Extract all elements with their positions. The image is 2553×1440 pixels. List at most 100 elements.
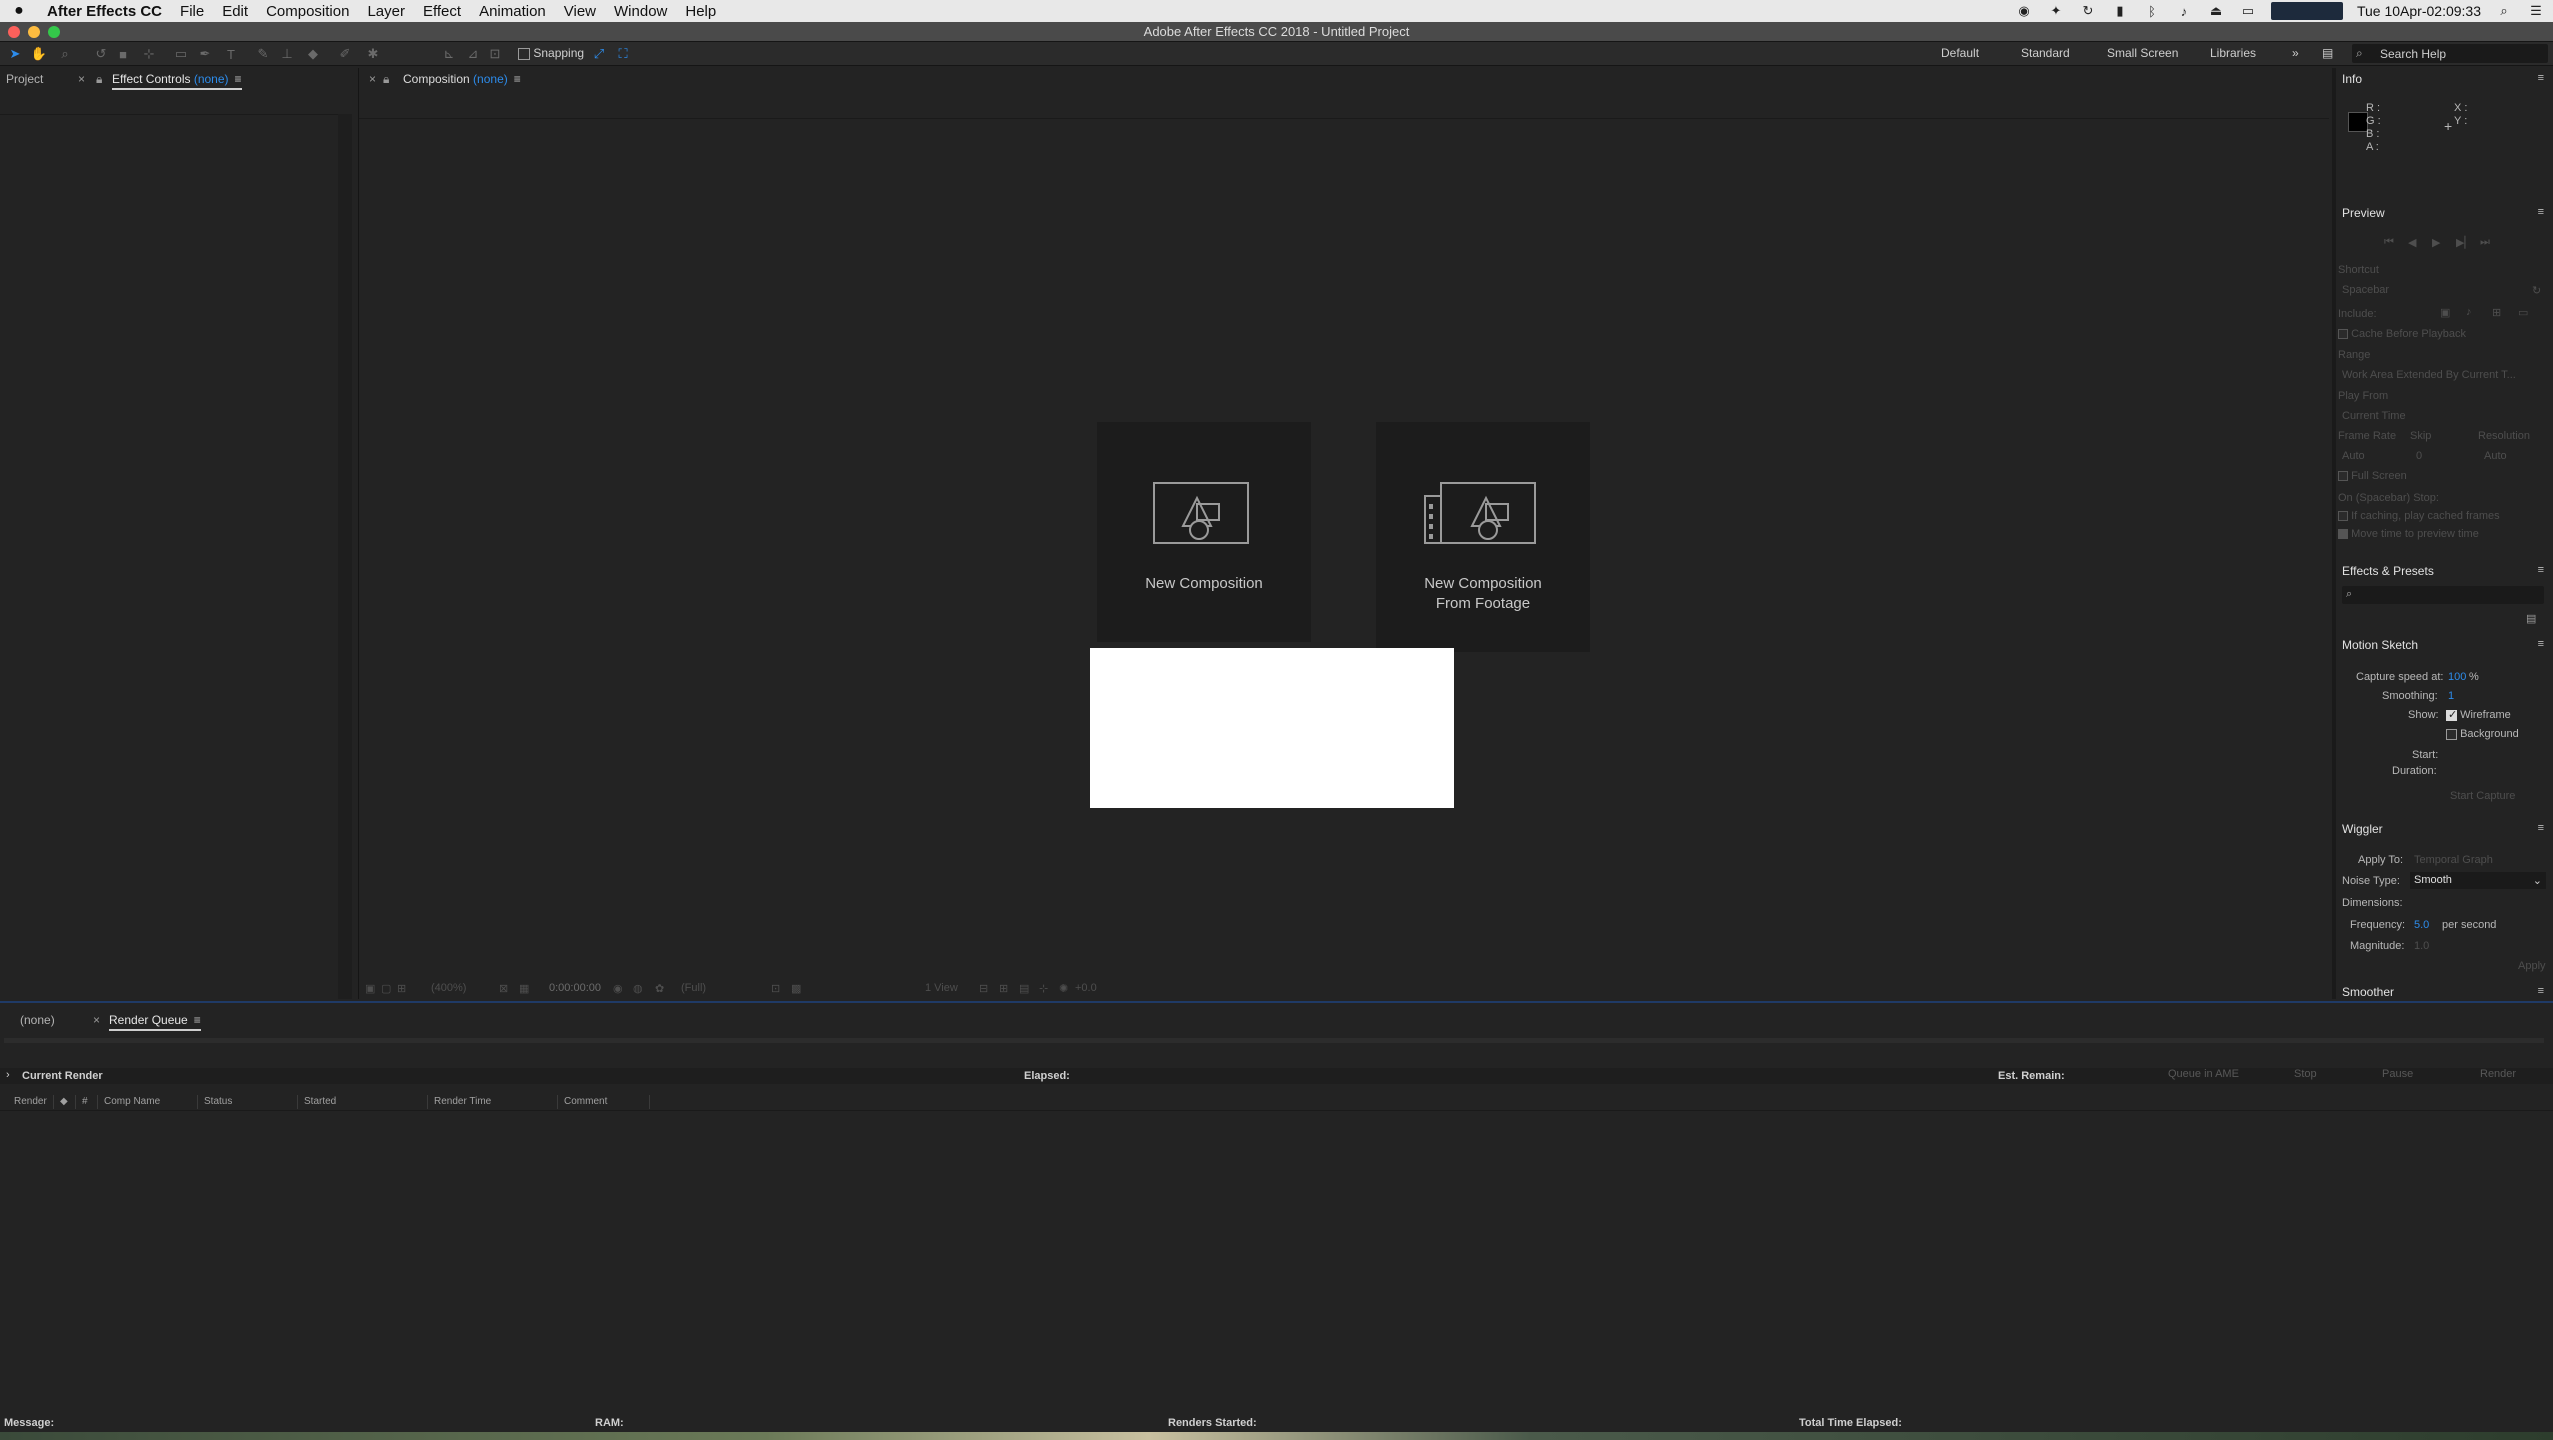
search-help-field[interactable]: ⌕ Search Help (2352, 44, 2548, 63)
previous-frame-icon[interactable]: ◀ (2408, 236, 2416, 249)
new-composition-button[interactable]: New Composition (1097, 422, 1311, 642)
app-menu[interactable]: After Effects CC (38, 3, 171, 20)
workspace-menu-icon[interactable]: ▤ (2322, 46, 2333, 60)
col-render[interactable]: Render (8, 1095, 54, 1109)
local-axis-icon[interactable]: ⊾ (440, 45, 458, 63)
menu-layer[interactable]: Layer (358, 3, 414, 20)
color-channel-icon[interactable]: ✿ (655, 982, 664, 995)
menu-edit[interactable]: Edit (213, 3, 257, 20)
snap-features-icon[interactable]: ⛶ (614, 45, 632, 63)
clock[interactable]: Tue 10Apr-02:09:33 (2357, 3, 2481, 19)
rectangle-tool-icon[interactable]: ▭ (172, 45, 190, 63)
menu-window[interactable]: Window (605, 3, 676, 20)
panel-menu-icon[interactable]: ≡ (194, 1013, 201, 1027)
panel-menu-icon[interactable]: ≡ (2538, 638, 2544, 650)
lock-icon[interactable]: 🔒︎ (96, 72, 102, 87)
more-workspaces-icon[interactable]: » (2292, 46, 2299, 60)
bluetooth-icon[interactable]: ᛒ (2143, 4, 2161, 19)
resolution-select[interactable]: (Full) (681, 982, 706, 994)
frame-rate-select[interactable]: Auto (2342, 450, 2365, 462)
type-tool-icon[interactable]: T (222, 45, 240, 63)
panel-menu-icon[interactable]: ≡ (2538, 72, 2544, 84)
tab-composition[interactable]: Composition (none) ≡ (403, 72, 521, 86)
panel-menu-icon[interactable]: ≡ (514, 72, 521, 86)
snapshot-icon[interactable]: ◉ (613, 982, 623, 995)
menu-effect[interactable]: Effect (414, 3, 470, 20)
if-caching-toggle[interactable]: If caching, play cached frames (2338, 510, 2500, 522)
magnitude-value[interactable]: 1.0 (2414, 940, 2429, 952)
snapping-toggle[interactable]: Snapping (518, 46, 584, 60)
current-time[interactable]: 0:00:00:00 (549, 982, 601, 994)
roto-brush-tool-icon[interactable]: ✐ (336, 45, 354, 63)
hand-tool-icon[interactable]: ✋ (30, 45, 48, 63)
menu-file[interactable]: File (171, 3, 213, 20)
transparency-icon[interactable]: ▦ (519, 982, 529, 995)
world-axis-icon[interactable]: ⊿ (464, 45, 482, 63)
tab-project[interactable]: Project (6, 72, 43, 86)
mask-visibility-icon[interactable]: ▢ (381, 982, 391, 995)
user-badge[interactable] (2270, 2, 2343, 20)
toggle-pixel-aspect-icon[interactable]: ⊟ (979, 982, 988, 995)
effects-search-input[interactable]: ⌕ (2342, 586, 2544, 604)
snap-edges-icon[interactable]: ⤢ (590, 45, 608, 63)
tab-none-timeline[interactable]: (none) (20, 1013, 55, 1027)
workspace-standard[interactable]: Standard (2021, 46, 2070, 60)
resolution-select[interactable]: Auto (2484, 450, 2507, 462)
eraser-tool-icon[interactable]: ◆ (304, 45, 322, 63)
smoothing-value[interactable]: 1 (2448, 690, 2454, 702)
tab-effect-controls[interactable]: Effect Controls (none) ≡ (112, 72, 242, 90)
include-layer-controls-icon[interactable]: ▭ (2518, 306, 2528, 319)
cache-before-playback[interactable]: Cache Before Playback (2338, 328, 2466, 340)
panel-menu-icon[interactable]: ≡ (2538, 822, 2544, 834)
background-checkbox[interactable]: Background (2446, 728, 2519, 740)
volume-icon[interactable]: ♪ (2175, 4, 2193, 19)
panel-menu-icon[interactable]: ≡ (2538, 564, 2544, 576)
tab-render-queue[interactable]: Render Queue ≡ (109, 1013, 201, 1031)
close-tab-icon[interactable]: × (93, 1013, 100, 1027)
show-snapshot-icon[interactable]: ◍ (633, 982, 643, 995)
camera-tool-icon[interactable]: ■ (114, 45, 132, 63)
notification-center-icon[interactable]: ☰ (2527, 3, 2545, 18)
snapping-checkbox[interactable] (518, 47, 530, 60)
col-comp-name[interactable]: Comp Name (98, 1095, 198, 1109)
col-number[interactable]: # (76, 1095, 98, 1109)
col-status[interactable]: Status (198, 1095, 298, 1109)
stop-button[interactable]: Stop (2294, 1068, 2317, 1080)
first-frame-icon[interactable]: ⏮ (2384, 236, 2394, 249)
panel-menu-icon[interactable]: ≡ (2538, 985, 2544, 997)
workspace-default[interactable]: Default (1941, 46, 1979, 60)
noise-type-select[interactable]: Smooth ⌄ (2410, 872, 2546, 889)
new-composition-from-footage-button[interactable]: New Composition From Footage (1376, 422, 1590, 652)
grid-icon[interactable]: ⊠ (499, 982, 508, 995)
guides-icon[interactable]: ⊞ (397, 982, 406, 995)
flowchart-icon[interactable]: ⊹ (1039, 982, 1048, 995)
pan-behind-tool-icon[interactable]: ⊹ (140, 45, 158, 63)
menu-view[interactable]: View (555, 3, 605, 20)
frequency-value[interactable]: 5.0 (2414, 919, 2429, 931)
menu-animation[interactable]: Animation (470, 3, 555, 20)
col-label-tag[interactable]: ◆ (54, 1095, 76, 1109)
col-render-time[interactable]: Render Time (428, 1095, 558, 1109)
apply-to-select[interactable]: Temporal Graph (2414, 854, 2493, 866)
full-screen-toggle[interactable]: Full Screen (2338, 470, 2407, 482)
panel-menu-icon[interactable]: ≡ (2538, 206, 2544, 218)
scrollbar[interactable] (338, 114, 352, 999)
creative-cloud-icon[interactable]: ◉ (2015, 3, 2033, 18)
minimize-window-icon[interactable] (28, 26, 40, 38)
rotation-tool-icon[interactable]: ↺ (92, 45, 110, 63)
play-from-select[interactable]: Current Time (2342, 410, 2406, 422)
menu-composition[interactable]: Composition (257, 3, 358, 20)
dropbox-icon[interactable]: ✦ (2047, 3, 2065, 18)
pen-tool-icon[interactable]: ✒ (196, 45, 214, 63)
col-started[interactable]: Started (298, 1095, 428, 1109)
capture-speed-value[interactable]: 100 (2448, 671, 2466, 683)
skip-select[interactable]: 0 (2416, 450, 2422, 462)
brush-tool-icon[interactable]: ✎ (254, 45, 272, 63)
panel-menu-icon[interactable]: ≡ (235, 72, 242, 86)
fast-previews-icon[interactable]: ⊞ (999, 982, 1008, 995)
play-icon[interactable]: ▶ (2432, 236, 2440, 249)
sync-icon[interactable]: ↻ (2079, 3, 2097, 18)
view-axis-icon[interactable]: ⊡ (486, 45, 504, 63)
new-folder-icon[interactable]: ▤ (2526, 612, 2536, 625)
puppet-tool-icon[interactable]: ✱ (364, 45, 382, 63)
